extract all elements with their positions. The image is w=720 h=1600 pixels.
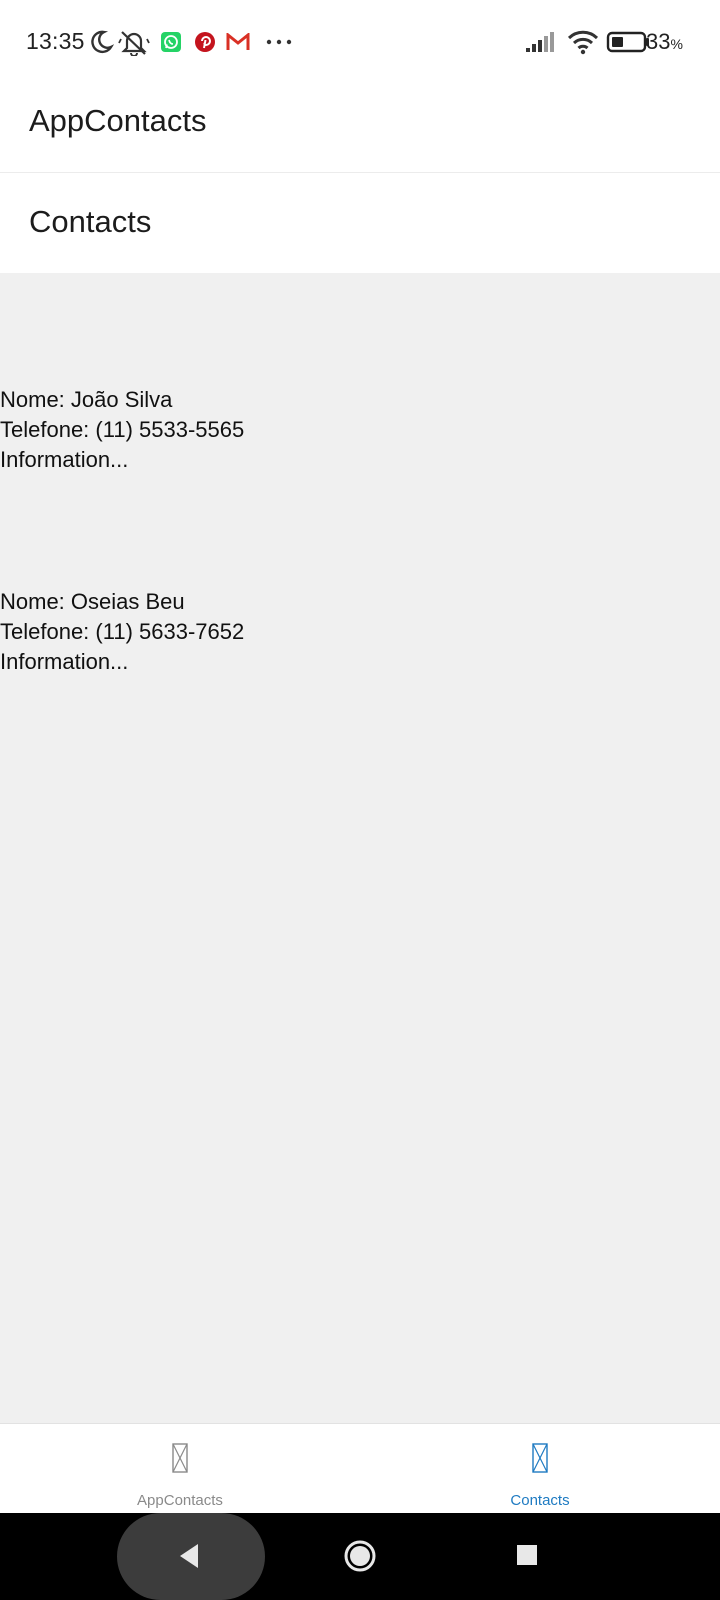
missing-glyph-icon <box>532 1443 548 1473</box>
system-nav-bar <box>0 1513 720 1600</box>
tab-contacts[interactable]: Contacts <box>360 1424 720 1514</box>
contact-info: Information... <box>0 649 129 674</box>
tab-bar: AppContacts Contacts <box>0 1423 720 1514</box>
whatsapp-icon <box>161 32 181 52</box>
app-header: AppContacts <box>0 86 720 173</box>
notifications-off-icon <box>118 31 150 56</box>
missing-glyph-icon <box>172 1443 188 1473</box>
tab-label: AppContacts <box>137 1492 223 1509</box>
pinterest-icon <box>195 32 215 52</box>
more-icon <box>266 39 292 45</box>
status-bar: 13:35 33% <box>0 0 720 86</box>
app-title: AppContacts <box>29 103 207 138</box>
tab-label: Contacts <box>510 1492 570 1509</box>
gmail-icon <box>226 33 250 50</box>
tab-appcontacts[interactable]: AppContacts <box>0 1424 360 1514</box>
recents-icon[interactable] <box>516 1544 538 1566</box>
battery-percent: 33% <box>646 29 683 54</box>
contact-name: Nome: Oseias Beu <box>0 589 185 614</box>
contact-list: Nome: João Silva Telefone: (11) 5533-556… <box>0 273 720 1423</box>
contact-name: Nome: João Silva <box>0 387 173 412</box>
home-icon[interactable] <box>343 1539 377 1573</box>
contact-phone: Telefone: (11) 5533-5565 <box>0 417 245 442</box>
contact-info: Information... <box>0 447 129 472</box>
moon-icon <box>91 30 114 54</box>
back-icon[interactable] <box>176 1542 202 1570</box>
status-time: 13:35 <box>26 28 85 54</box>
contact-phone: Telefone: (11) 5633-7652 <box>0 619 245 644</box>
page-header: Contacts <box>0 173 720 273</box>
contact-item[interactable]: Nome: Oseias Beu Telefone: (11) 5633-765… <box>0 587 720 677</box>
contact-item[interactable]: Nome: João Silva Telefone: (11) 5533-556… <box>0 385 720 475</box>
signal-icon <box>526 32 554 52</box>
page-title: Contacts <box>29 204 152 239</box>
wifi-icon <box>567 30 599 55</box>
